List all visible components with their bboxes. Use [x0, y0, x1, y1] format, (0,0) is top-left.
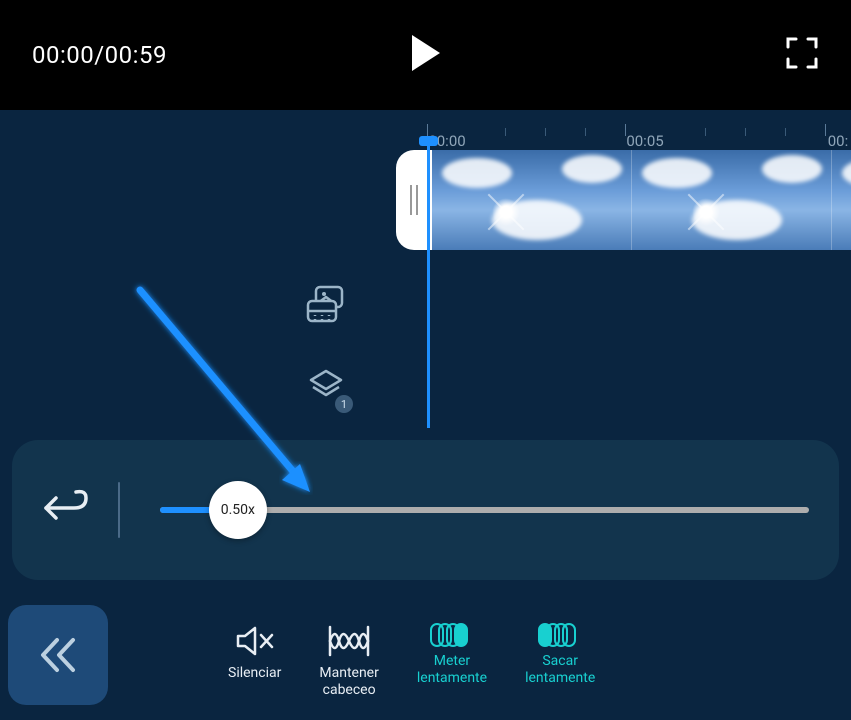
timeline-area[interactable]: 00:00 00:05 00: — [0, 110, 851, 430]
separator — [118, 482, 120, 538]
ease-out-label: Sacar lentamente — [525, 653, 595, 687]
play-button[interactable] — [408, 33, 444, 77]
video-clip[interactable] — [396, 150, 851, 250]
mute-label: Silenciar — [228, 665, 281, 682]
player-topbar: 00:00/00:59 — [0, 0, 851, 110]
back-arrow-icon — [42, 488, 90, 528]
speed-options-bar: Silenciar Mantener cabeceo Meter lentame… — [0, 590, 851, 720]
chevrons-left-icon — [35, 632, 81, 678]
ease-in-label: Meter lentamente — [417, 653, 487, 687]
fullscreen-button[interactable] — [785, 36, 819, 74]
playback-time: 00:00/00:59 — [32, 41, 167, 69]
back-button[interactable] — [42, 488, 90, 532]
speed-slider-handle[interactable]: 0.50x — [209, 481, 267, 539]
clip-thumbnail — [432, 150, 632, 250]
video-editor-speed-screen: 00:00/00:59 00:00 00:05 00: — [0, 0, 851, 720]
fullscreen-icon — [785, 36, 819, 70]
ease-in-option[interactable]: Meter lentamente — [417, 623, 487, 687]
layers-button[interactable]: 1 — [307, 369, 345, 407]
ease-in-icon — [436, 623, 468, 647]
clip-thumbnails — [432, 150, 851, 250]
media-tracks-icon — [304, 285, 348, 325]
keep-pitch-option[interactable]: Mantener cabeceo — [319, 623, 378, 699]
total-time: 00:59 — [105, 41, 167, 69]
speed-control-panel: 0.50x — [12, 440, 839, 580]
ease-out-option[interactable]: Sacar lentamente — [525, 623, 595, 687]
keep-pitch-label: Mantener cabeceo — [319, 665, 378, 699]
layers-count-badge: 1 — [335, 395, 353, 413]
speed-options: Silenciar Mantener cabeceo Meter lentame… — [108, 611, 851, 699]
media-tracks-button[interactable] — [304, 285, 348, 329]
ruler-label: 00: — [828, 132, 849, 150]
waveform-icon — [326, 623, 372, 659]
mute-option[interactable]: Silenciar — [228, 623, 281, 682]
speed-value-label: 0.50x — [221, 502, 255, 518]
play-icon — [408, 33, 444, 73]
ruler-label: 00:05 — [626, 132, 663, 150]
current-time: 00:00 — [32, 41, 94, 69]
collapse-panel-button[interactable] — [8, 605, 108, 705]
clip-thumbnail — [832, 150, 851, 250]
playhead[interactable] — [427, 138, 430, 428]
ease-out-icon — [544, 623, 576, 647]
speed-slider[interactable]: 0.50x — [160, 490, 809, 530]
mute-icon — [234, 623, 276, 659]
clip-thumbnail — [632, 150, 832, 250]
